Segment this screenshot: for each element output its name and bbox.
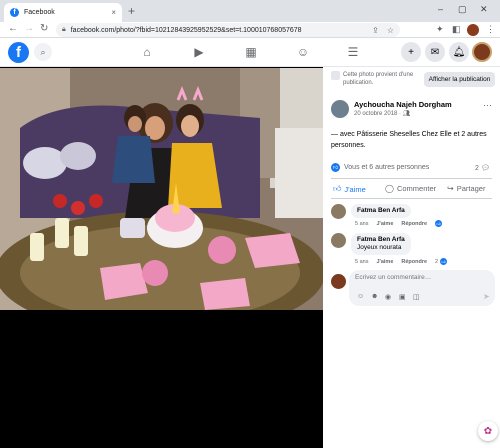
account-avatar[interactable] xyxy=(472,42,492,62)
forward-icon[interactable]: → xyxy=(24,23,34,34)
more-options-icon[interactable]: ⋯ xyxy=(483,100,492,111)
like-button[interactable]: 👍︎ J'aime xyxy=(333,184,366,194)
menu-icon[interactable]: ☰ xyxy=(345,45,361,59)
search-icon[interactable]: ⌕ xyxy=(34,43,52,61)
sticker-icon[interactable]: ◫ xyxy=(413,293,420,301)
close-window-button[interactable]: ✕ xyxy=(480,4,488,15)
messenger-icon[interactable]: ✉ xyxy=(425,42,445,62)
comment-meta: 5 ans J'aime Répondre 👍︎ xyxy=(355,220,450,227)
watch-icon[interactable]: ▶ xyxy=(191,45,207,59)
friends-audience-icon: 👥︎ xyxy=(402,111,411,117)
like-thumb-icon: 👍︎ xyxy=(333,184,342,193)
like-label: J'aime xyxy=(344,184,366,194)
browser-profile-avatar[interactable] xyxy=(467,24,479,36)
gif-icon[interactable]: ▣ xyxy=(399,293,406,301)
commenter-name[interactable]: Fatma Ben Arfa xyxy=(357,236,405,244)
view-post-button[interactable]: Afficher la publication xyxy=(424,72,495,87)
commenter-avatar[interactable] xyxy=(331,233,346,248)
post-date-text[interactable]: 20 octobre 2018 · xyxy=(354,111,401,117)
share-button[interactable]: ↪ Partager xyxy=(447,184,485,193)
current-user-avatar[interactable] xyxy=(331,274,346,289)
sidepanel-icon[interactable]: ◧ xyxy=(452,24,461,35)
share-arrow-icon: ↪ xyxy=(447,184,454,193)
extensions-icon[interactable]: ✦ xyxy=(436,24,444,35)
facebook-header: f ⌕ ⌂ ▶ ▦ ☺ ☰ + ✉ 🔔︎ xyxy=(0,38,500,67)
comment-reply-button[interactable]: Répondre xyxy=(401,259,427,265)
share-icon[interactable]: ⇪ xyxy=(372,26,379,35)
divider xyxy=(331,198,492,199)
comment-like-reaction-icon: 👍︎ xyxy=(435,220,443,227)
comment-time[interactable]: 5 ans xyxy=(355,259,368,265)
home-icon[interactable]: ⌂ xyxy=(139,45,155,59)
bookmark-star-icon[interactable]: ☆ xyxy=(387,26,394,35)
browser-tab[interactable]: f Facebook × xyxy=(4,3,122,22)
comment-label: Commenter xyxy=(396,184,437,193)
photo-source-notice: Cette photo provient d'une publication. xyxy=(331,71,423,87)
notice-text: Cette photo provient d'une publication. xyxy=(343,72,414,86)
url-text[interactable]: facebook.com/photo/?fbid=102128439259525… xyxy=(71,27,302,34)
comment-input[interactable] xyxy=(355,274,485,281)
reload-icon[interactable]: ↻ xyxy=(40,23,48,34)
camera-icon[interactable]: ◉ xyxy=(385,293,391,301)
browser-menu-icon[interactable]: ⋮ xyxy=(486,24,495,35)
post-date[interactable]: 20 octobre 2018 · 👥︎ xyxy=(354,110,410,117)
facebook-favicon-icon: f xyxy=(10,8,19,17)
tab-close-icon[interactable]: × xyxy=(111,8,116,17)
comment-time[interactable]: 5 ans xyxy=(355,221,368,227)
share-label: Partager xyxy=(456,184,486,193)
comment-button[interactable]: ◯ Commenter xyxy=(385,184,436,193)
send-icon[interactable]: ➤ xyxy=(483,292,490,301)
lock-icon[interactable]: 🔒︎ xyxy=(62,26,66,34)
emoji-icon[interactable]: ☻ xyxy=(371,293,378,300)
new-tab-button[interactable]: + xyxy=(128,4,135,18)
comment-reaction-count[interactable]: 2 xyxy=(435,259,438,265)
comment-composer[interactable]: ☺ ☻ ◉ ▣ ◫ ➤ xyxy=(349,270,495,306)
create-plus-icon[interactable]: + xyxy=(401,42,421,62)
groups-icon[interactable]: ☺ xyxy=(295,45,311,59)
comments-count-number[interactable]: 2 xyxy=(475,165,479,172)
facebook-logo[interactable]: f xyxy=(8,42,29,63)
minimize-button[interactable]: – xyxy=(438,4,443,14)
maximize-button[interactable]: ▢ xyxy=(458,4,467,15)
photo-image[interactable] xyxy=(0,68,323,310)
like-reaction-icon: 👍︎ xyxy=(331,163,340,172)
reactions-text[interactable]: Vous et 6 autres personnes xyxy=(344,164,429,171)
divider xyxy=(331,178,492,179)
comment-text: Joyeux nourata xyxy=(357,244,402,251)
comment-like-reaction-icon: 👍︎ xyxy=(440,258,448,265)
comment-count-icon: 💬︎ xyxy=(480,165,490,172)
comments-count[interactable]: 2 💬︎ xyxy=(475,164,490,172)
tab-title: Facebook xyxy=(24,9,55,16)
comment-like-button[interactable]: J'aime xyxy=(376,259,393,265)
comment-meta: 5 ans J'aime Répondre 2 👍︎ xyxy=(355,258,455,265)
post-author[interactable]: Aychoucha Najeh Dorgham xyxy=(354,100,452,109)
comment-icon: ◯ xyxy=(385,184,394,193)
commenter-avatar[interactable] xyxy=(331,204,346,219)
chat-bubble-icon[interactable]: ✿ xyxy=(478,421,498,441)
author-avatar[interactable] xyxy=(331,100,349,118)
comment-like-button[interactable]: J'aime xyxy=(376,221,393,227)
browser-tab-bar: f Facebook × + – ▢ ✕ xyxy=(0,0,500,22)
post-side-panel: Cette photo provient d'une publication. … xyxy=(323,67,500,448)
notifications-bell-icon[interactable]: 🔔︎ xyxy=(449,42,469,62)
comment-bubble: Fatma Ben Arfa Joyeux nourata xyxy=(351,233,411,255)
marketplace-icon[interactable]: ▦ xyxy=(243,45,259,59)
commenter-name[interactable]: Fatma Ben Arfa xyxy=(357,207,405,214)
comment-reply-button[interactable]: Répondre xyxy=(401,221,427,227)
post-text: — avec Pâtisserie Sheselles Chez Elle et… xyxy=(331,131,487,149)
reactions-summary[interactable]: 👍︎ Vous et 6 autres personnes xyxy=(331,163,429,172)
info-icon xyxy=(331,71,340,80)
url-omnibox[interactable]: 🔒︎ facebook.com/photo/?fbid=102128439259… xyxy=(56,23,400,37)
avatar-sticker-icon[interactable]: ☺ xyxy=(357,293,364,300)
back-icon[interactable]: ← xyxy=(8,23,18,34)
address-bar: ← → ↻ 🔒︎ facebook.com/photo/?fbid=102128… xyxy=(0,22,500,38)
photo-illustration xyxy=(0,68,323,310)
comment-bubble: Fatma Ben Arfa xyxy=(351,204,411,218)
